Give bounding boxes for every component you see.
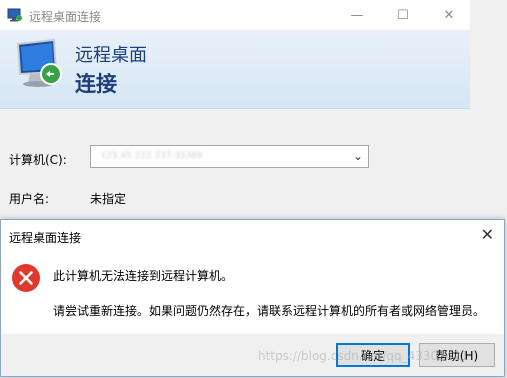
window-title: 远程桌面连接	[29, 10, 102, 24]
username-label: 用户名:	[9, 192, 50, 206]
title-bar: 远程桌面连接 — ☐ ✕	[0, 0, 470, 30]
header-title-line2: 连接	[75, 72, 117, 96]
error-message-detail: 请尝试重新连接。如果问题仍然存在，请联系远程计算机的所有者或网络管理员。	[53, 304, 486, 318]
chevron-down-icon[interactable]: ⌄	[353, 149, 363, 163]
remote-desktop-icon	[7, 8, 22, 22]
computer-combobox[interactable]: 123.45.222.237:33389 ⌄	[90, 145, 369, 168]
header-banner: 远程桌面 连接	[0, 30, 470, 109]
watermark-text: https://blog.csdn.net/qq_43302421	[258, 349, 469, 363]
error-message-main: 此计算机无法连接到远程计算机。	[53, 269, 234, 283]
close-button[interactable]: ✕	[429, 0, 469, 30]
username-value: 未指定	[90, 192, 127, 206]
dialog-close-button[interactable]: ✕	[481, 225, 494, 244]
dialog-title: 远程桌面连接	[9, 231, 82, 245]
computer-value: 123.45.222.237:33389	[101, 151, 203, 160]
error-icon	[12, 264, 40, 292]
maximize-button[interactable]: ☐	[383, 0, 423, 30]
computer-label: 计算机(C):	[9, 153, 67, 167]
header-title-line1: 远程桌面	[75, 45, 147, 66]
monitor-connection-icon	[16, 38, 62, 87]
minimize-button[interactable]: —	[337, 0, 377, 30]
